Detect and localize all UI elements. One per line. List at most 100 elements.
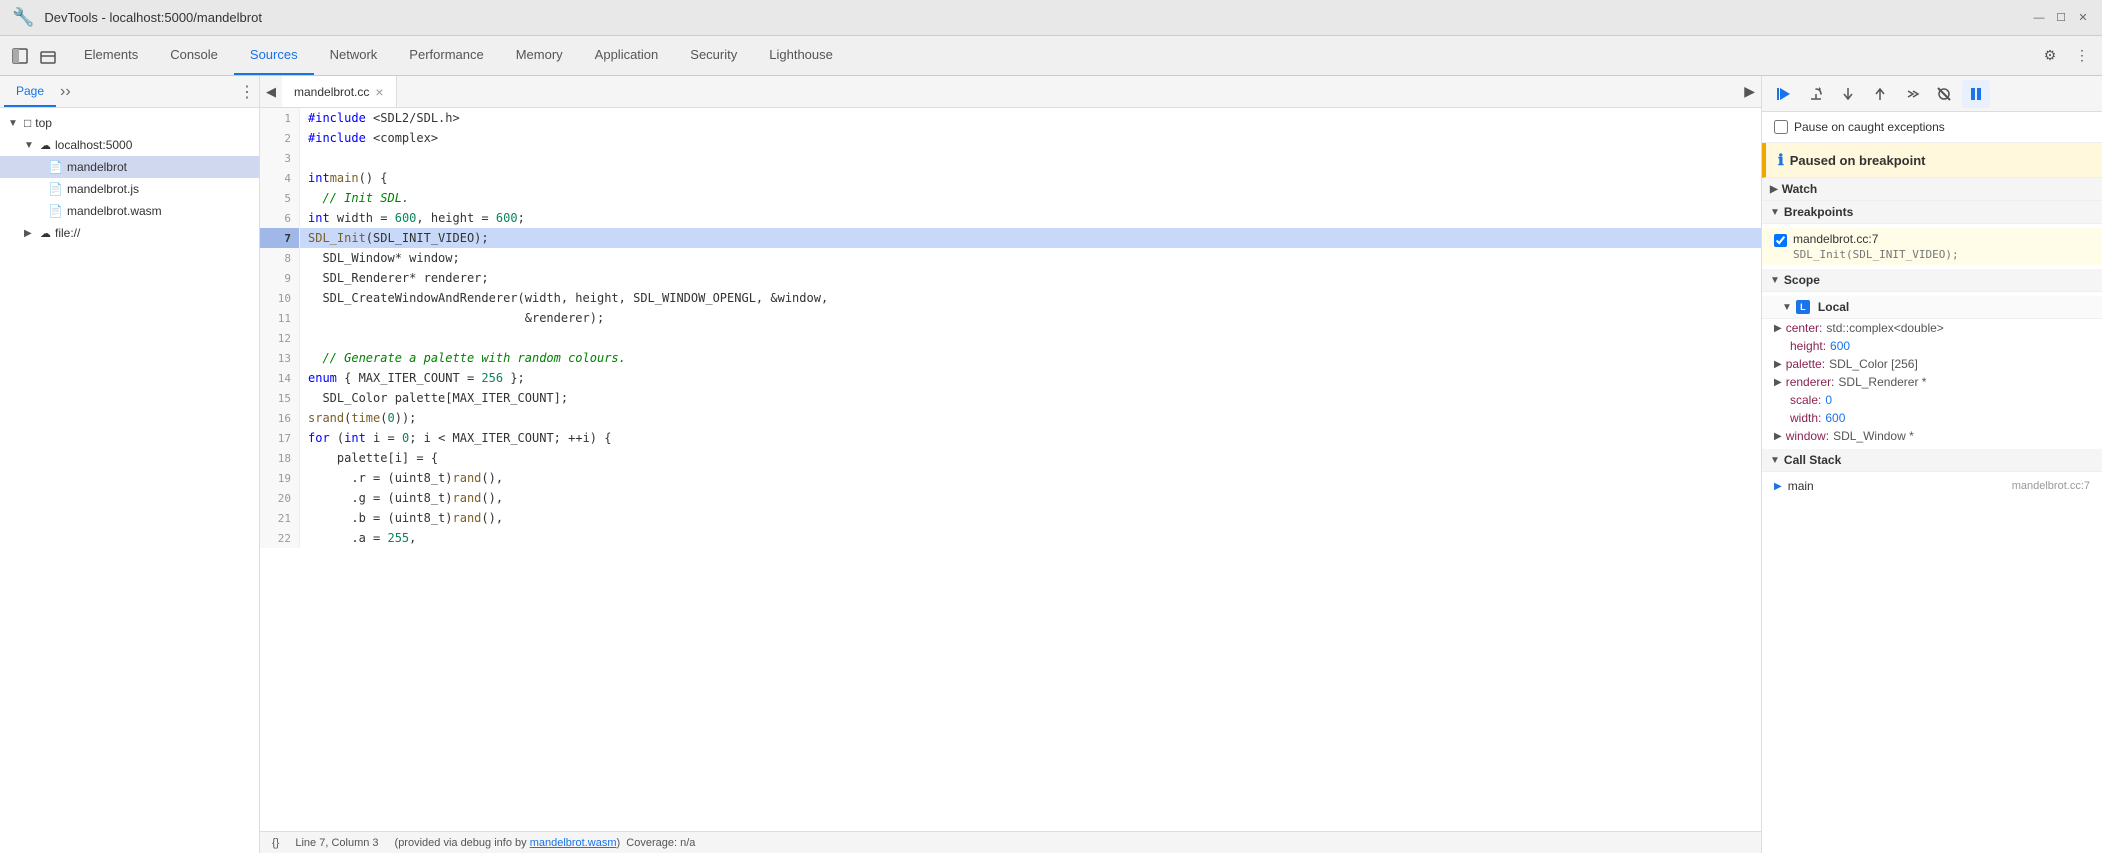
tree-item-file[interactable]: ▶ ☁ file://	[0, 222, 259, 244]
step-button[interactable]	[1898, 80, 1926, 108]
code-line-22: 22 .a = 255,	[260, 528, 1761, 548]
tab-elements[interactable]: Elements	[68, 36, 154, 75]
step-into-button[interactable]	[1834, 80, 1862, 108]
pause-exceptions-label: Pause on caught exceptions	[1794, 120, 1945, 134]
scope-item-renderer[interactable]: ▶ renderer: SDL_Renderer *	[1762, 373, 2102, 391]
call-stack-section-header[interactable]: ▼ Call Stack	[1762, 449, 2102, 472]
line-content: .g = (uint8_t)rand(),	[300, 488, 1761, 508]
devtools-logo: 🔧	[12, 7, 34, 28]
line-number: 20	[260, 488, 300, 508]
watch-section-header[interactable]: ▶ Watch	[1762, 178, 2102, 201]
code-line-1: 1 #include <SDL2/SDL.h>	[260, 108, 1761, 128]
breakpoint-code: SDL_Init(SDL_INIT_VIDEO);	[1793, 248, 1959, 261]
code-line-14: 14 enum { MAX_ITER_COUNT = 256 };	[260, 368, 1761, 388]
code-line-8: 8 SDL_Window* window;	[260, 248, 1761, 268]
line-number: 8	[260, 248, 300, 268]
close-button[interactable]: ✕	[2076, 11, 2090, 25]
scope-item-scale[interactable]: scale: 0	[1762, 391, 2102, 409]
code-line-13: 13 // Generate a palette with random col…	[260, 348, 1761, 368]
editor-tab-mandelbrot[interactable]: mandelbrot.cc ×	[282, 76, 397, 107]
dock-icon[interactable]	[8, 44, 32, 68]
code-line-21: 21 .b = (uint8_t)rand(),	[260, 508, 1761, 528]
deactivate-breakpoints-button[interactable]	[1930, 80, 1958, 108]
code-line-15: 15 SDL_Color palette[MAX_ITER_COUNT];	[260, 388, 1761, 408]
line-number: 22	[260, 528, 300, 548]
file-icon: 📄	[48, 182, 63, 196]
code-line-2: 2 #include <complex>	[260, 128, 1761, 148]
format-icon[interactable]: {}	[272, 837, 279, 849]
scope-section-header[interactable]: ▼ Scope	[1762, 269, 2102, 292]
breakpoint-item-1[interactable]: mandelbrot.cc:7 SDL_Init(SDL_INIT_VIDEO)…	[1762, 228, 2102, 265]
scope-item-palette[interactable]: ▶ palette: SDL_Color [256]	[1762, 355, 2102, 373]
scope-item-height[interactable]: height: 600	[1762, 337, 2102, 355]
line-content: SDL_Window* window;	[300, 248, 1761, 268]
paused-on-breakpoint-banner: ℹ Paused on breakpoint	[1762, 143, 2102, 178]
code-line-17: 17 for (int i = 0; i < MAX_ITER_COUNT; +…	[260, 428, 1761, 448]
code-editor[interactable]: 1 #include <SDL2/SDL.h> 2 #include <comp…	[260, 108, 1761, 831]
format-code-icon[interactable]: ▶	[1738, 83, 1761, 100]
callstack-expand-arrow: ▼	[1770, 455, 1780, 466]
tree-item-localhost[interactable]: ▼ ☁ localhost:5000	[0, 134, 259, 156]
minimize-button[interactable]: —	[2032, 11, 2046, 25]
breakpoint-checkbox[interactable]	[1774, 234, 1787, 247]
line-content: srand(time(0));	[300, 408, 1761, 428]
line-content: #include <SDL2/SDL.h>	[300, 108, 1761, 128]
tab-application[interactable]: Application	[579, 36, 675, 75]
resume-button[interactable]	[1770, 80, 1798, 108]
call-stack-content: ▶ main mandelbrot.cc:7	[1762, 472, 2102, 500]
pause-button[interactable]	[1962, 80, 1990, 108]
maximize-button[interactable]: ☐	[2054, 11, 2068, 25]
scope-content: ▼ L Local ▶ center: std::complex<double>…	[1762, 292, 2102, 449]
tab-console[interactable]: Console	[154, 36, 234, 75]
call-arrow-icon: ▶	[1774, 481, 1782, 492]
line-number: 19	[260, 468, 300, 488]
tab-network[interactable]: Network	[314, 36, 394, 75]
tab-performance[interactable]: Performance	[393, 36, 499, 75]
coverage-text: Coverage: n/a	[626, 837, 695, 849]
breakpoint-info: mandelbrot.cc:7 SDL_Init(SDL_INIT_VIDEO)…	[1793, 232, 1959, 261]
step-out-button[interactable]	[1866, 80, 1894, 108]
tree-item-top[interactable]: ▼ □ top	[0, 112, 259, 134]
line-number: 6	[260, 208, 300, 228]
more-tabs-icon[interactable]: ››	[60, 83, 71, 101]
breakpoint-file: mandelbrot.cc:7	[1793, 232, 1959, 246]
code-line-6: 6 int width = 600, height = 600;	[260, 208, 1761, 228]
undock-icon[interactable]	[36, 44, 60, 68]
line-content: SDL_Color palette[MAX_ITER_COUNT];	[300, 388, 1761, 408]
code-line-18: 18 palette[i] = {	[260, 448, 1761, 468]
tab-page[interactable]: Page	[4, 76, 56, 107]
callstack-item-main[interactable]: ▶ main mandelbrot.cc:7	[1762, 476, 2102, 496]
breakpoints-section-header[interactable]: ▼ Breakpoints	[1762, 201, 2102, 224]
tree-item-mandelbrot[interactable]: 📄 mandelbrot	[0, 156, 259, 178]
line-content: #include <complex>	[300, 128, 1761, 148]
step-over-button[interactable]	[1802, 80, 1830, 108]
tree-item-mandelbrot-js[interactable]: 📄 mandelbrot.js	[0, 178, 259, 200]
tab-lighthouse[interactable]: Lighthouse	[753, 36, 849, 75]
wasm-source-link[interactable]: mandelbrot.wasm	[530, 837, 617, 849]
tab-close-icon[interactable]: ×	[375, 84, 383, 100]
panel-menu-icon[interactable]: ⋮	[239, 82, 255, 102]
local-section-header[interactable]: ▼ L Local	[1762, 296, 2102, 319]
settings-icon[interactable]: ⚙	[2038, 44, 2062, 68]
tab-sources[interactable]: Sources	[234, 36, 314, 75]
scope-item-center[interactable]: ▶ center: std::complex<double>	[1762, 319, 2102, 337]
tab-security[interactable]: Security	[674, 36, 753, 75]
tab-bar: Elements Console Sources Network Perform…	[0, 36, 2102, 76]
line-number: 12	[260, 328, 300, 348]
more-options-icon[interactable]: ⋮	[2070, 44, 2094, 68]
tree-item-mandelbrot-wasm[interactable]: 📄 mandelbrot.wasm	[0, 200, 259, 222]
line-content	[300, 328, 1761, 348]
tab-memory[interactable]: Memory	[500, 36, 579, 75]
scope-item-window[interactable]: ▶ window: SDL_Window *	[1762, 427, 2102, 445]
pause-exceptions-checkbox[interactable]	[1774, 120, 1788, 134]
line-number: 4	[260, 168, 300, 188]
code-line-5: 5 // Init SDL.	[260, 188, 1761, 208]
line-content: int main() {	[300, 168, 1761, 188]
cloud-icon: ☁	[40, 139, 51, 152]
panel-tab-bar: Page ›› ⋮	[0, 76, 259, 108]
tree-label: mandelbrot.js	[67, 182, 139, 196]
tab-back-arrow[interactable]: ◀	[260, 84, 282, 100]
line-number: 9	[260, 268, 300, 288]
scope-item-width[interactable]: width: 600	[1762, 409, 2102, 427]
code-line-16: 16 srand(time(0));	[260, 408, 1761, 428]
